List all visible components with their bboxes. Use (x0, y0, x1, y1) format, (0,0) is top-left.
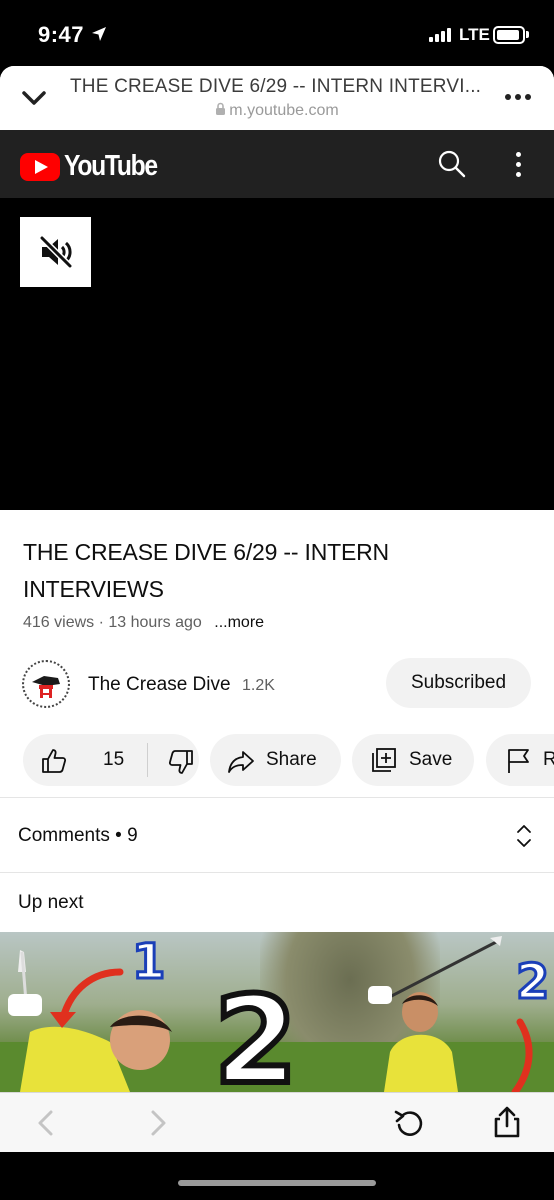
upload-age: 13 hours ago (108, 614, 202, 631)
browser-toolbar (0, 1092, 554, 1152)
back-icon[interactable] (36, 1109, 56, 1137)
view-count: 416 views (23, 614, 95, 631)
youtube-header: YouTube (0, 130, 554, 198)
video-player[interactable] (0, 198, 554, 510)
battery-cap (526, 31, 529, 38)
mute-icon (39, 235, 72, 269)
browser-sheet: THE CREASE DIVE 6/29 -- INTERN INTERVI..… (0, 66, 554, 1152)
report-icon (508, 749, 529, 773)
search-icon[interactable] (437, 149, 467, 179)
report-label: R (543, 749, 554, 770)
meta-separator: · (98, 614, 104, 631)
like-count: 15 (103, 749, 125, 770)
youtube-logo[interactable]: YouTube (20, 150, 173, 183)
url-display[interactable]: m.youtube.com (0, 102, 554, 120)
youtube-logo-icon (20, 152, 60, 181)
up-next-heading: Up next (18, 892, 84, 913)
channel-name[interactable]: The Crease Dive (88, 674, 231, 696)
dislike-icon[interactable] (167, 748, 195, 776)
browser-header: THE CREASE DIVE 6/29 -- INTERN INTERVI..… (0, 66, 554, 130)
location-arrow-icon (92, 27, 106, 41)
forward-icon[interactable] (148, 1109, 168, 1137)
reload-icon[interactable] (393, 1107, 425, 1139)
channel-logo-icon (26, 664, 66, 704)
avatar[interactable] (22, 660, 70, 708)
more-description-link[interactable]: ...more (214, 614, 264, 631)
up-next-thumbnail[interactable]: 1 2 2 (0, 932, 554, 1092)
divider (0, 872, 554, 873)
status-time: 9:47 (38, 22, 85, 47)
share-button[interactable]: Share (210, 734, 341, 786)
unmute-button[interactable] (20, 217, 91, 287)
save-button[interactable]: Save (352, 734, 474, 786)
subscribe-button[interactable]: Subscribed (386, 658, 531, 708)
status-bar: 9:47 LTE (0, 0, 554, 66)
subscriber-count: 1.2K (242, 677, 275, 694)
lock-icon (216, 102, 226, 115)
thumbnail-number-left: 1 (130, 933, 166, 992)
signal-icon (429, 28, 451, 42)
url-text: m.youtube.com (229, 102, 339, 119)
comments-count: 9 (127, 825, 138, 846)
action-bar: 15 Share Save R (0, 734, 554, 786)
share-icon[interactable] (491, 1105, 523, 1139)
channel-row: The Crease Dive 1.2K Subscribed (0, 658, 554, 714)
video-meta: 416 views · 13 hours ago ...more (23, 614, 264, 632)
share-label: Share (266, 749, 317, 770)
like-icon[interactable] (40, 747, 68, 775)
expand-icon[interactable] (515, 823, 533, 849)
comments-section[interactable]: Comments • 9 (0, 798, 554, 872)
comments-separator: • (115, 825, 122, 846)
network-type: LTE (459, 25, 490, 44)
like-divider (147, 743, 148, 777)
home-indicator[interactable] (178, 1180, 376, 1186)
comments-label: Comments (18, 825, 110, 846)
comments-header: Comments • 9 (18, 825, 138, 847)
share-icon (228, 751, 254, 773)
youtube-wordmark: YouTube (64, 150, 158, 182)
save-icon (372, 748, 396, 772)
kebab-icon[interactable] (516, 152, 521, 177)
thumbnail-number-right: 2 (514, 953, 550, 1012)
more-icon[interactable] (505, 94, 531, 100)
battery-icon (493, 26, 525, 44)
browser-page-title: THE CREASE DIVE 6/29 -- INTERN INTERVI..… (70, 76, 482, 97)
thumbnail-number-center: 2 (211, 972, 300, 1093)
save-label: Save (409, 749, 453, 770)
like-dislike-group: 15 (23, 734, 199, 786)
report-button[interactable]: R (486, 734, 554, 786)
video-title: THE CREASE DIVE 6/29 -- INTERN INTERVIEW… (23, 539, 389, 602)
